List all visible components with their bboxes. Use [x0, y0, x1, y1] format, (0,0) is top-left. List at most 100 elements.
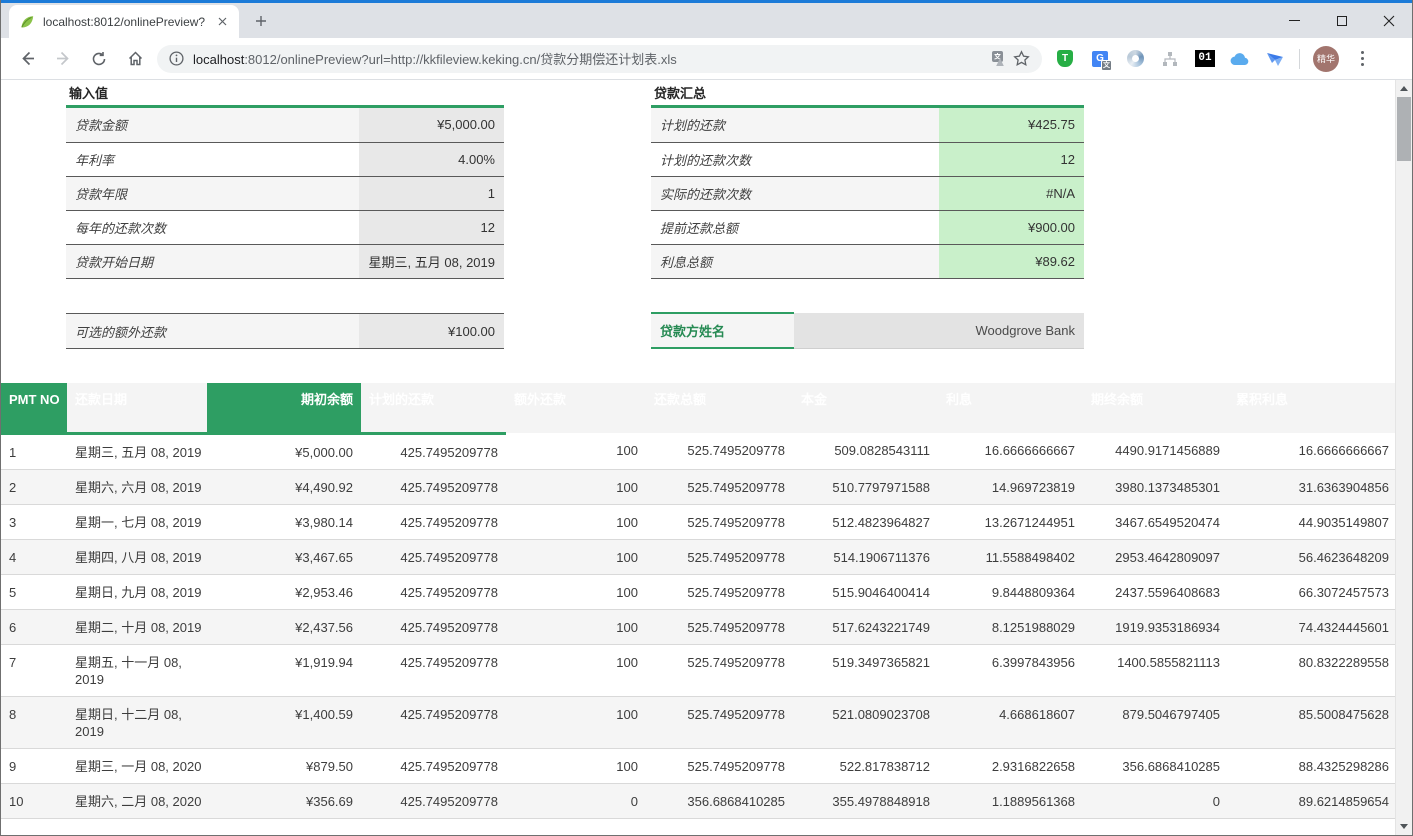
schedule-row: 9星期三, 一月 08, 2020¥879.50425.749520977810… [1, 748, 1395, 783]
shield-extension-icon[interactable]: T [1054, 48, 1076, 70]
schedule-cell: 100 [506, 609, 646, 644]
window-controls [1271, 3, 1412, 38]
row-label: 计划的还款次数 [651, 142, 939, 176]
schedule-cell: ¥2,953.46 [207, 574, 361, 609]
schedule-cell: 88.4325298286 [1228, 748, 1395, 783]
summary-row: 利息总额¥89.62 [651, 244, 1084, 278]
row-label: 贷款年限 [66, 176, 359, 210]
schedule-cell: 522.817838712 [793, 748, 938, 783]
header-principal: 本金 [793, 383, 938, 433]
schedule-cell: 星期三, 一月 08, 2020 [67, 748, 207, 783]
schedule-header-row: PMT NO 还款日期 期初余额 计划的还款 额外还款 还款总额 本金 利息 期… [1, 383, 1395, 433]
swirl-extension-icon[interactable] [1124, 48, 1146, 70]
schedule-cell: 4 [1, 539, 67, 574]
url-bar[interactable]: localhost:8012/onlinePreview?url=http://… [157, 45, 1042, 73]
schedule-cell: 512.4823964827 [793, 504, 938, 539]
schedule-cell: 514.1906711376 [793, 539, 938, 574]
schedule-cell: 525.7495209778 [646, 469, 793, 504]
lender-name-value: Woodgrove Bank [794, 313, 1084, 349]
home-icon[interactable] [121, 45, 149, 73]
input-values-table: 输入值 贷款金额¥5,000.00年利率4.00%贷款年限1每年的还款次数12贷… [66, 82, 504, 279]
vertical-scrollbar[interactable] [1395, 80, 1412, 835]
scroll-down-icon[interactable] [1400, 824, 1408, 829]
schedule-cell: 355.4978848918 [793, 783, 938, 818]
schedule-cell: ¥3,980.14 [207, 504, 361, 539]
schedule-cell: 9 [1, 748, 67, 783]
schedule-row: 5星期日, 九月 08, 2019¥2,953.46425.7495209778… [1, 574, 1395, 609]
scrollbar-thumb[interactable] [1397, 97, 1411, 161]
schedule-cell: 519.3497365821 [793, 644, 938, 696]
new-tab-button[interactable] [247, 7, 275, 35]
back-icon[interactable] [13, 45, 41, 73]
schedule-cell: 1919.9353186934 [1083, 609, 1228, 644]
toolbar-separator [1299, 49, 1300, 69]
schedule-cell: 510.7797971588 [793, 469, 938, 504]
schedule-cell: 10 [1, 783, 67, 818]
schedule-cell: 6.3997843956 [938, 644, 1083, 696]
row-value: 4.00% [359, 142, 504, 176]
bird-extension-icon[interactable] [1264, 48, 1286, 70]
schedule-cell: 星期三, 五月 08, 2019 [67, 433, 207, 469]
cloud-extension-icon[interactable] [1229, 48, 1251, 70]
schedule-cell: ¥879.50 [207, 748, 361, 783]
schedule-cell: 5 [1, 574, 67, 609]
schedule-cell: 525.7495209778 [646, 696, 793, 748]
schedule-row: 4星期四, 八月 08, 2019¥3,467.65425.7495209778… [1, 539, 1395, 574]
schedule-cell: 425.7495209778 [361, 783, 506, 818]
bookmark-star-icon[interactable] [1010, 48, 1032, 70]
minimize-button[interactable] [1271, 3, 1318, 38]
schedule-cell: 525.7495209778 [646, 609, 793, 644]
sitemap-extension-icon[interactable] [1159, 48, 1181, 70]
schedule-cell: 356.6868410285 [646, 783, 793, 818]
browser-tab[interactable]: localhost:8012/onlinePreview? [9, 5, 239, 38]
maximize-button[interactable] [1318, 3, 1365, 38]
browser-menu-icon[interactable] [1352, 51, 1372, 66]
reload-icon[interactable] [85, 45, 113, 73]
row-value: ¥89.62 [939, 244, 1084, 278]
translate-page-icon[interactable] [988, 48, 1010, 70]
profile-avatar[interactable]: 精华 [1313, 46, 1339, 72]
browser-window: localhost:8012/onlinePreview? [0, 0, 1413, 836]
schedule-cell: ¥4,490.92 [207, 469, 361, 504]
schedule-cell: 2953.4642809097 [1083, 539, 1228, 574]
row-value: ¥425.75 [939, 108, 1084, 142]
schedule-cell: 16.6666666667 [1228, 433, 1395, 469]
page-info-icon[interactable] [169, 51, 184, 66]
schedule-cell: 3467.6549520474 [1083, 504, 1228, 539]
forward-icon[interactable] [49, 45, 77, 73]
schedule-cell: ¥2,437.56 [207, 609, 361, 644]
schedule-cell: 100 [506, 574, 646, 609]
schedule-cell: 1400.5855821113 [1083, 644, 1228, 696]
summary-row: 贷款年限1 [66, 176, 504, 210]
schedule-cell: 425.7495209778 [361, 539, 506, 574]
browser-toolbar: localhost:8012/onlinePreview?url=http://… [1, 38, 1412, 80]
schedule-row: 2星期六, 六月 08, 2019¥4,490.92425.7495209778… [1, 469, 1395, 504]
row-label: 年利率 [66, 142, 359, 176]
schedule-cell: 425.7495209778 [361, 696, 506, 748]
schedule-cell: 100 [506, 644, 646, 696]
header-beginning-balance: 期初余额 [207, 383, 361, 433]
schedule-cell: 517.6243221749 [793, 609, 938, 644]
tab-title: localhost:8012/onlinePreview? [43, 15, 205, 29]
schedule-cell: 521.0809023708 [793, 696, 938, 748]
tab-close-icon[interactable] [213, 13, 231, 31]
schedule-cell: ¥5,000.00 [207, 433, 361, 469]
schedule-cell: 525.7495209778 [646, 748, 793, 783]
schedule-cell: 2437.5596408683 [1083, 574, 1228, 609]
schedule-cell: 525.7495209778 [646, 504, 793, 539]
row-label: 实际的还款次数 [651, 176, 939, 210]
scroll-up-icon[interactable] [1400, 86, 1408, 91]
close-button[interactable] [1365, 3, 1412, 38]
schedule-cell: 425.7495209778 [361, 433, 506, 469]
summary-table-title: 贷款汇总 [651, 82, 1084, 108]
translate-extension-icon[interactable]: G文 [1089, 48, 1111, 70]
header-ending-balance: 期终余额 [1083, 383, 1228, 433]
schedule-cell: 星期四, 八月 08, 2019 [67, 539, 207, 574]
schedule-cell: 星期五, 十一月 08, 2019 [67, 644, 207, 696]
binary-extension-icon[interactable]: 01 [1194, 48, 1216, 70]
loan-summary-table: 贷款汇总 计划的还款¥425.75计划的还款次数12实际的还款次数#N/A提前还… [651, 82, 1084, 279]
schedule-cell: 425.7495209778 [361, 504, 506, 539]
schedule-cell: 425.7495209778 [361, 574, 506, 609]
schedule-cell: 1.1889561368 [938, 783, 1083, 818]
schedule-cell: 31.6363904856 [1228, 469, 1395, 504]
